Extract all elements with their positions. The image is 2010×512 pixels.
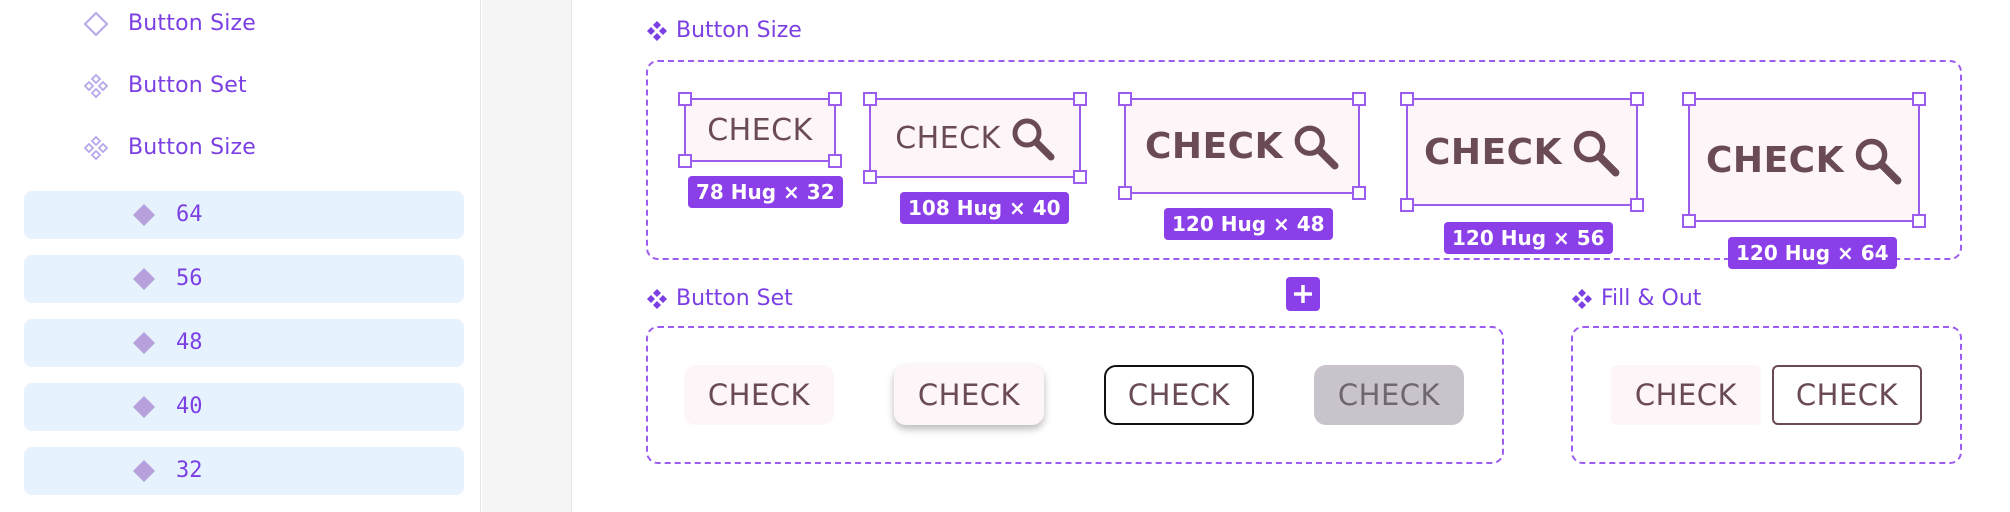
button-label: CHECK <box>917 378 1021 412</box>
frame-title-text: Button Size <box>676 18 802 43</box>
variant-diamond-icon <box>133 460 155 482</box>
variant-diamond-icon <box>133 396 155 418</box>
component-set-icon <box>83 135 109 161</box>
button-label: CHECK <box>1145 125 1283 167</box>
size-button-40[interactable]: CHECK <box>869 98 1081 178</box>
variant-label: 48 <box>176 330 203 355</box>
variant-label: 40 <box>176 394 203 419</box>
component-set-icon <box>647 20 667 41</box>
layer-button-set[interactable]: Button Set <box>0 62 481 110</box>
button-label: CHECK <box>1706 139 1844 181</box>
canvas-gutter <box>482 0 572 512</box>
button-outlined[interactable]: CHECK <box>1104 365 1254 425</box>
design-canvas[interactable]: Button Size CHECK 78 Hug × 32 CHECK 108 … <box>572 0 2010 512</box>
layer-label: Button Size <box>128 11 257 36</box>
variant-label: 64 <box>176 202 203 227</box>
size-badge: 108 Hug × 40 <box>900 192 1069 224</box>
variant-diamond-icon <box>133 332 155 354</box>
size-button-56[interactable]: CHECK <box>1406 98 1638 206</box>
search-icon <box>1855 138 1902 185</box>
frame-title-text: Fill & Out <box>1601 286 1702 311</box>
search-icon <box>1012 118 1055 161</box>
size-badge: 78 Hug × 32 <box>688 176 843 208</box>
button-label: CHECK <box>1634 378 1738 412</box>
search-icon <box>1294 125 1339 170</box>
size-button-64[interactable]: CHECK <box>1688 98 1920 222</box>
button-fill[interactable]: CHECK <box>1611 365 1761 425</box>
variant-row-32[interactable]: 32 <box>24 447 464 495</box>
button-outline[interactable]: CHECK <box>1772 365 1922 425</box>
search-icon <box>1573 130 1620 177</box>
frame-title-text: Button Set <box>676 286 793 311</box>
variant-row-64[interactable]: 64 <box>24 191 464 239</box>
component-set-icon <box>83 73 109 99</box>
size-badge: 120 Hug × 64 <box>1728 237 1897 269</box>
button-label: CHECK <box>707 112 813 148</box>
size-badge: 120 Hug × 48 <box>1164 208 1333 240</box>
layer-label: Button Set <box>128 73 247 98</box>
layer-label: Button Size <box>128 135 257 160</box>
button-label: CHECK <box>1337 378 1441 412</box>
frame-title-button-size[interactable]: Button Size <box>646 18 802 43</box>
variant-row-40[interactable]: 40 <box>24 383 464 431</box>
variant-label: 56 <box>176 266 203 291</box>
variant-row-56[interactable]: 56 <box>24 255 464 303</box>
variant-diamond-icon <box>133 204 155 226</box>
frame-title-button-set[interactable]: Button Set <box>646 286 793 311</box>
button-label: CHECK <box>1424 131 1562 173</box>
component-set-icon <box>1572 288 1592 309</box>
size-badge: 120 Hug × 56 <box>1444 222 1613 254</box>
layer-button-size-component[interactable]: Button Size <box>0 0 481 48</box>
layer-button-size-set[interactable]: Button Size <box>0 124 481 172</box>
button-elevated[interactable]: CHECK <box>894 365 1044 425</box>
plus-icon <box>1294 285 1312 303</box>
component-outline-icon <box>83 11 109 37</box>
variant-diamond-icon <box>133 268 155 290</box>
button-label: CHECK <box>895 120 1001 156</box>
size-button-48[interactable]: CHECK <box>1124 98 1360 194</box>
add-variant-button[interactable] <box>1286 277 1320 311</box>
button-label: CHECK <box>1127 378 1231 412</box>
button-label: CHECK <box>1795 378 1899 412</box>
button-flat[interactable]: CHECK <box>684 365 834 425</box>
variant-row-48[interactable]: 48 <box>24 319 464 367</box>
component-set-icon <box>647 288 667 309</box>
layers-panel: Button Size Button Set Button Size 64 56… <box>0 0 481 512</box>
variant-label: 32 <box>176 458 203 483</box>
button-disabled: CHECK <box>1314 365 1464 425</box>
size-button-32[interactable]: CHECK <box>684 98 836 162</box>
frame-title-fill-out[interactable]: Fill & Out <box>1571 286 1701 311</box>
button-label: CHECK <box>707 378 811 412</box>
